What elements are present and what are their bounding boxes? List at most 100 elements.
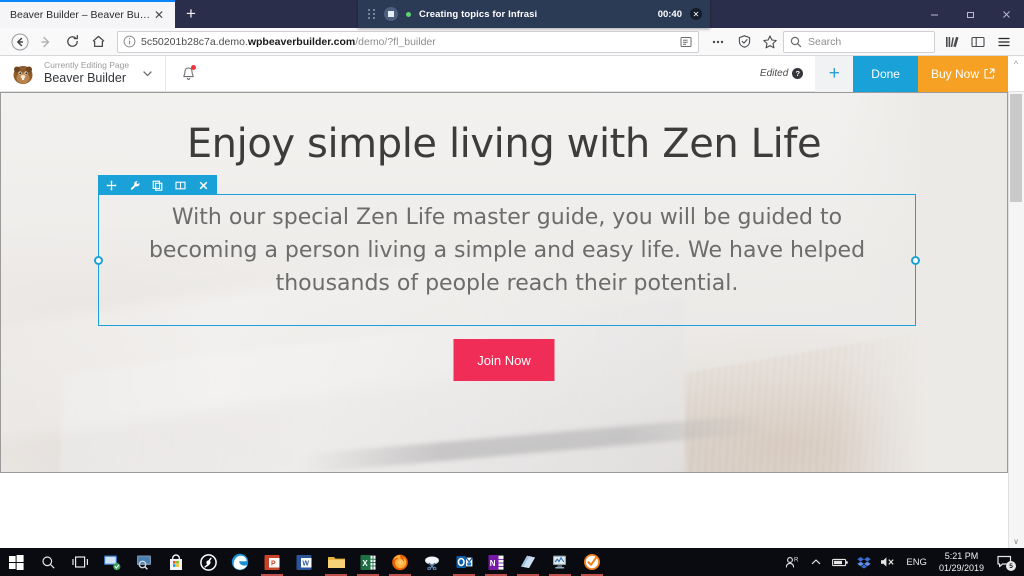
- recording-status-dot: [406, 11, 411, 17]
- library-icon[interactable]: [939, 30, 965, 54]
- notification-dot: [191, 64, 197, 70]
- language-indicator[interactable]: ENG: [900, 557, 933, 568]
- resize-handle-left[interactable]: [94, 255, 103, 265]
- chevron-down-icon[interactable]: [129, 56, 165, 92]
- page-actions-icon[interactable]: [705, 30, 731, 54]
- onenote-icon[interactable]: N: [480, 548, 512, 576]
- sidebar-icon[interactable]: [965, 30, 991, 54]
- battery-icon[interactable]: [828, 548, 852, 576]
- svg-text:W: W: [302, 560, 309, 567]
- start-button[interactable]: [0, 548, 32, 576]
- selected-text-module[interactable]: With our special Zen Life master guide, …: [94, 175, 920, 326]
- reload-button[interactable]: [59, 30, 85, 54]
- duplicate-icon[interactable]: [146, 175, 169, 195]
- check-app-icon[interactable]: [576, 548, 608, 576]
- firefox-window: Beaver Builder – Beaver Builder ✕ + Crea…: [0, 0, 1024, 548]
- edited-status: Edited ?: [760, 68, 804, 79]
- word-icon[interactable]: W: [288, 548, 320, 576]
- beaver-builder-admin-bar: Currently Editing Page Beaver Builder Ed…: [0, 55, 1024, 92]
- module-paragraph: With our special Zen Life master guide, …: [148, 205, 866, 296]
- editing-page-info: Currently Editing Page Beaver Builder: [44, 60, 130, 86]
- notifications-bell-icon[interactable]: [166, 56, 210, 92]
- windows-taskbar: P W X N R ENG 5:21 PM 01/29/2019 5: [0, 548, 1024, 576]
- clock-date: 01/29/2019: [938, 563, 984, 573]
- monitor-app-icon[interactable]: [544, 548, 576, 576]
- search-icon: [790, 36, 802, 47]
- forward-button[interactable]: [33, 30, 59, 54]
- microsoft-store-icon[interactable]: [160, 548, 192, 576]
- close-button[interactable]: [988, 0, 1024, 28]
- scrollbar-down-arrow-icon[interactable]: ∨: [1008, 537, 1024, 546]
- clock[interactable]: 5:21 PM 01/29/2019: [933, 550, 990, 574]
- hero-row: Enjoy simple living with Zen Life With o…: [0, 92, 1008, 473]
- window-controls: [916, 0, 1024, 28]
- url-prefix: 5c50201b28c7a.demo.: [141, 35, 248, 48]
- task-view-button[interactable]: [64, 548, 96, 576]
- svg-text:R: R: [794, 557, 799, 563]
- remove-icon[interactable]: [192, 175, 215, 195]
- bookmark-star-icon[interactable]: [757, 30, 783, 54]
- drag-grip-icon[interactable]: [368, 8, 376, 20]
- site-name: Beaver Builder: [44, 71, 126, 86]
- recording-title: Creating topics for Infrasi: [419, 8, 538, 20]
- excel-icon[interactable]: X: [352, 548, 384, 576]
- buy-now-button[interactable]: Buy Now: [917, 55, 1008, 92]
- new-tab-button[interactable]: +: [175, 0, 207, 28]
- url-path: /demo/?fl_builder: [355, 35, 436, 48]
- recorder-close-icon[interactable]: ✕: [690, 8, 702, 20]
- buy-now-label: Buy Now: [930, 66, 979, 81]
- tracking-protection-icon[interactable]: [731, 30, 757, 54]
- join-now-button[interactable]: Join Now: [453, 339, 555, 381]
- column-icon[interactable]: [169, 175, 192, 195]
- page-scrollbar[interactable]: ∨: [1008, 92, 1024, 548]
- search-box[interactable]: Search: [783, 30, 935, 53]
- display-settings-icon[interactable]: [128, 548, 160, 576]
- notes-app-icon[interactable]: [512, 548, 544, 576]
- minimize-button[interactable]: [916, 0, 952, 28]
- restore-button[interactable]: [952, 0, 988, 28]
- browser-tab[interactable]: Beaver Builder – Beaver Builder ✕: [0, 0, 175, 28]
- editing-subtitle: Currently Editing Page: [44, 60, 130, 71]
- show-hidden-icons-chevron[interactable]: [804, 548, 828, 576]
- firefox-icon[interactable]: [384, 548, 416, 576]
- svg-text:P: P: [271, 560, 276, 567]
- back-button[interactable]: [7, 30, 33, 54]
- external-link-icon: [984, 68, 995, 79]
- help-icon[interactable]: ?: [792, 68, 804, 79]
- scroll-up-arrow-icon[interactable]: ^: [1008, 56, 1024, 92]
- reader-view-icon[interactable]: [679, 35, 693, 49]
- address-bar[interactable]: 5c50201b28c7a.demo.wpbeaverbuilder.com/d…: [117, 30, 699, 53]
- stop-recording-button[interactable]: [384, 7, 398, 21]
- browser-toolbar: 5c50201b28c7a.demo.wpbeaverbuilder.com/d…: [0, 28, 1024, 56]
- settings-wrench-icon[interactable]: [123, 175, 146, 195]
- tab-close-icon[interactable]: ✕: [151, 8, 167, 22]
- powerpoint-icon[interactable]: P: [256, 548, 288, 576]
- move-icon[interactable]: [100, 175, 123, 195]
- scrollbar-thumb[interactable]: [1010, 94, 1022, 202]
- resize-handle-right[interactable]: [911, 255, 920, 265]
- url-domain: wpbeaverbuilder.com: [247, 35, 356, 48]
- add-content-button[interactable]: +: [815, 55, 854, 92]
- remote-desktop-icon[interactable]: [96, 548, 128, 576]
- outlook-icon[interactable]: [448, 548, 480, 576]
- dropbox-icon[interactable]: [852, 548, 876, 576]
- search-placeholder: Search: [808, 35, 842, 48]
- volume-muted-icon[interactable]: [876, 548, 900, 576]
- action-center-button[interactable]: 5: [990, 548, 1020, 576]
- address-bar-icons: [679, 35, 693, 49]
- hamburger-menu-icon[interactable]: [991, 30, 1017, 54]
- itunes-icon[interactable]: [192, 548, 224, 576]
- snipping-tool-icon[interactable]: [416, 548, 448, 576]
- system-tray: R ENG 5:21 PM 01/29/2019 5: [780, 548, 1024, 576]
- tab-title: Beaver Builder – Beaver Builder: [10, 9, 151, 21]
- people-icon[interactable]: R: [780, 548, 804, 576]
- search-taskbar-button[interactable]: [32, 548, 64, 576]
- edge-browser-icon[interactable]: [224, 548, 256, 576]
- url-text: 5c50201b28c7a.demo.wpbeaverbuilder.com/d…: [141, 36, 436, 48]
- file-explorer-icon[interactable]: [320, 548, 352, 576]
- page-title: Enjoy simple living with Zen Life: [186, 121, 822, 167]
- done-button[interactable]: Done: [853, 55, 918, 92]
- module-toolbar: [98, 175, 217, 195]
- beaver-builder-logo-icon: [8, 61, 38, 87]
- home-button[interactable]: [85, 30, 111, 54]
